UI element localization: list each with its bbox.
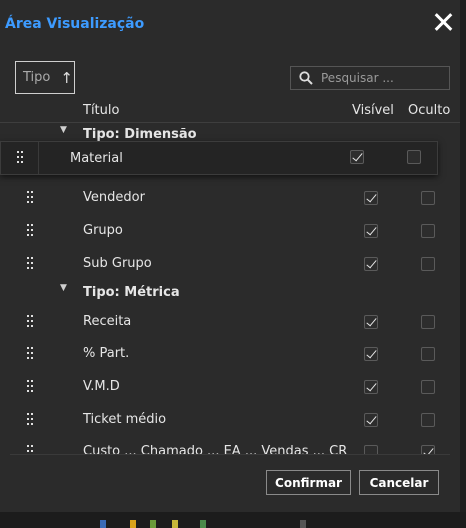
collapse-triangle-icon[interactable]: ▼ (60, 283, 67, 293)
divider (38, 142, 39, 174)
item-label: Receita (83, 314, 132, 329)
hidden-checkbox[interactable] (421, 380, 435, 394)
list-item[interactable]: % Part. (0, 338, 460, 370)
item-label: Custo ... Chamado ... EA ... Vendas ... … (83, 444, 348, 454)
item-label: % Part. (83, 346, 130, 361)
item-label: Ticket médio (83, 412, 167, 427)
arrow-up-icon: ↑ (60, 68, 73, 87)
group-label: Tipo: Dimensão (83, 127, 197, 142)
dialog-title: Área Visualização (5, 16, 145, 32)
column-hidden-header: Oculto (408, 103, 451, 118)
item-label: Grupo (83, 223, 123, 238)
sort-label: Tipo (23, 70, 51, 85)
item-label: V.M.D (83, 379, 120, 394)
search-box[interactable] (290, 66, 450, 90)
list-item[interactable]: Vendedor (0, 182, 460, 214)
visible-checkbox[interactable] (364, 224, 378, 238)
item-label: Sub Grupo (83, 256, 152, 271)
item-label: Material (70, 151, 123, 166)
visualization-dialog: Área Visualização Tipo ↑ Título Visível … (0, 0, 460, 512)
list-item[interactable]: Ticket médio (0, 404, 460, 436)
list-item[interactable]: V.M.D (0, 371, 460, 403)
hidden-checkbox[interactable] (421, 191, 435, 205)
column-visible-header: Visível (352, 103, 394, 118)
group-header-metric[interactable]: ▼ Tipo: Métrica (0, 283, 460, 303)
confirm-button[interactable]: Confirmar (266, 470, 351, 495)
item-label: Vendedor (83, 190, 145, 205)
drag-handle-icon[interactable] (27, 445, 35, 454)
visible-checkbox[interactable] (364, 380, 378, 394)
visible-checkbox[interactable] (364, 191, 378, 205)
list-item[interactable]: Grupo (0, 215, 460, 247)
column-title-header: Título (83, 103, 120, 118)
drag-handle-icon[interactable] (27, 413, 35, 427)
hidden-checkbox[interactable] (421, 413, 435, 427)
visible-checkbox[interactable] (364, 445, 378, 454)
drag-handle-icon[interactable] (27, 347, 35, 361)
visible-checkbox[interactable] (364, 315, 378, 329)
drag-handle-icon[interactable] (27, 380, 35, 394)
list-item[interactable]: Receita (0, 306, 460, 338)
list-item[interactable]: Custo ... Chamado ... EA ... Vendas ... … (0, 436, 460, 454)
hidden-checkbox[interactable] (421, 315, 435, 329)
dragged-list-item[interactable]: Material (0, 141, 438, 175)
hidden-checkbox[interactable] (407, 150, 421, 164)
drag-handle-icon[interactable] (27, 315, 35, 329)
visible-checkbox[interactable] (364, 413, 378, 427)
visible-checkbox[interactable] (350, 150, 364, 164)
drag-handle-icon[interactable] (27, 224, 35, 238)
search-icon (299, 71, 313, 85)
column-header: Título Visível Oculto (0, 100, 460, 123)
hidden-checkbox[interactable] (421, 257, 435, 271)
hidden-checkbox[interactable] (421, 224, 435, 238)
list-item[interactable]: Sub Grupo (0, 248, 460, 280)
hidden-checkbox[interactable] (421, 445, 435, 454)
drag-handle-icon[interactable] (27, 257, 35, 271)
drag-handle-icon[interactable] (17, 151, 25, 165)
visible-checkbox[interactable] (364, 347, 378, 361)
collapse-triangle-icon[interactable]: ▼ (60, 125, 67, 135)
sort-by-type-button[interactable]: Tipo ↑ (15, 61, 75, 94)
search-input[interactable] (319, 70, 441, 86)
visible-checkbox[interactable] (364, 257, 378, 271)
close-icon[interactable] (432, 11, 454, 33)
hidden-checkbox[interactable] (421, 347, 435, 361)
background-taskbar-strip (0, 512, 466, 528)
footer-divider (10, 454, 450, 455)
group-label: Tipo: Métrica (83, 285, 180, 300)
cancel-button[interactable]: Cancelar (359, 470, 439, 495)
drag-handle-icon[interactable] (27, 191, 35, 205)
